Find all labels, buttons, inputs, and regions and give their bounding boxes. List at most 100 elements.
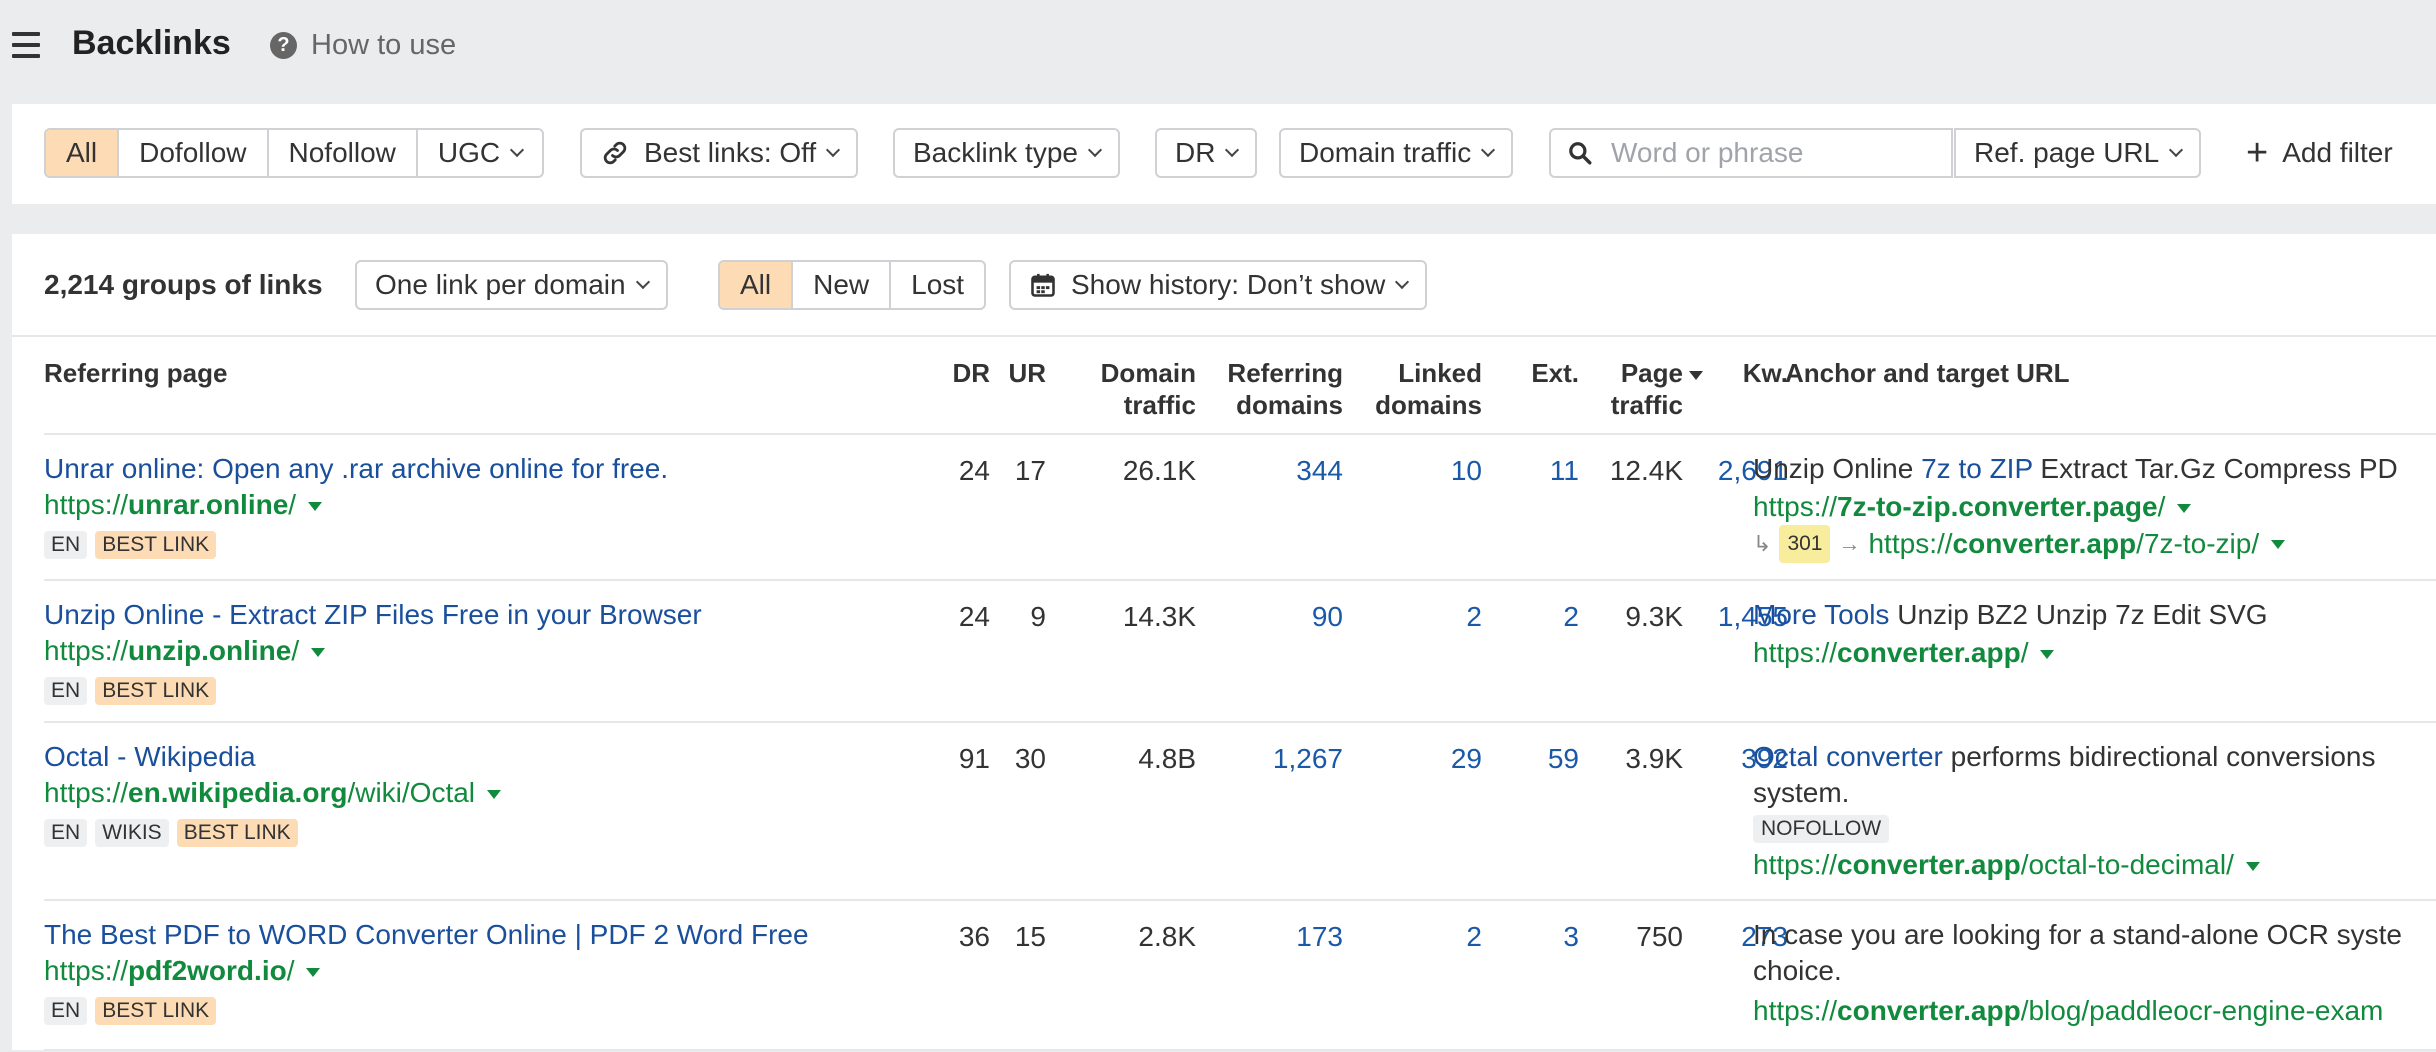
status-segment: All New Lost bbox=[718, 260, 987, 310]
target-path: / bbox=[2157, 491, 2166, 522]
anchor-after: performs bidirectional conversions bbox=[1942, 741, 2376, 772]
domain-traffic-value: 4.8B bbox=[1138, 743, 1196, 774]
col-domain-traffic[interactable]: Domain traffic bbox=[1101, 357, 1196, 421]
link-type-all[interactable]: All bbox=[46, 130, 118, 176]
ref-page-url-dropdown[interactable]: Ref. page URL bbox=[1954, 128, 2202, 178]
col-kw[interactable]: Kw. bbox=[1743, 357, 1788, 389]
grouping-dropdown[interactable]: One link per domain bbox=[355, 260, 668, 310]
dr-dropdown[interactable]: DR bbox=[1155, 128, 1258, 178]
show-history-dropdown[interactable]: Show history: Don’t show bbox=[1009, 260, 1428, 310]
lang-tag: EN bbox=[44, 677, 88, 705]
col-anchor[interactable]: Anchor and target URL bbox=[1785, 357, 2070, 389]
linked-domains-link[interactable]: 10 bbox=[1451, 453, 1482, 489]
best-link-tag: BEST LINK bbox=[95, 677, 217, 705]
col-ext[interactable]: Ext. bbox=[1531, 357, 1579, 389]
referring-page-title-link[interactable]: Unzip Online - Extract ZIP Files Free in… bbox=[44, 597, 702, 633]
ext-link[interactable]: 3 bbox=[1563, 919, 1579, 955]
grouping-label: One link per domain bbox=[375, 269, 626, 300]
target-menu-caret-icon[interactable] bbox=[2040, 650, 2055, 660]
anchor-link[interactable]: More Tools bbox=[1753, 599, 1889, 630]
target-path: /octal-to-decimal/ bbox=[2020, 849, 2234, 880]
referring-page-title-link[interactable]: The Best PDF to WORD Converter Online | … bbox=[44, 917, 809, 953]
redirect-menu-caret-icon[interactable] bbox=[2271, 539, 2286, 549]
how-to-use-link[interactable]: ? How to use bbox=[270, 29, 456, 62]
target-menu-caret-icon[interactable] bbox=[2177, 504, 2192, 514]
linked-domains-link[interactable]: 2 bbox=[1466, 919, 1482, 955]
redirect-url-link[interactable]: https://converter.app/7z-to-zip/ bbox=[1868, 526, 2259, 562]
referring-page-url-link[interactable]: https://unzip.online/ bbox=[44, 633, 326, 669]
referring-page-url-link[interactable]: https://pdf2word.io/ bbox=[44, 953, 321, 989]
url-path: / bbox=[288, 489, 297, 520]
link-type-dofollow[interactable]: Dofollow bbox=[117, 130, 266, 176]
url-domain: unzip.online bbox=[128, 635, 292, 666]
anchor-text: More Tools Unzip BZ2 Unzip 7z Edit SVG bbox=[1753, 597, 2268, 633]
referring-domains-link[interactable]: 344 bbox=[1296, 453, 1343, 489]
chevron-down-icon bbox=[826, 142, 841, 158]
domain-traffic-value: 2.8K bbox=[1138, 921, 1196, 952]
anchor-link[interactable]: 7z to ZIP bbox=[1921, 453, 2033, 484]
linked-domains-link[interactable]: 2 bbox=[1466, 599, 1482, 635]
referring-page-title-link[interactable]: Unrar online: Open any .rar archive onli… bbox=[44, 451, 668, 487]
lang-tag: EN bbox=[44, 531, 88, 559]
ext-link[interactable]: 59 bbox=[1548, 741, 1579, 777]
col-referring-domains[interactable]: Referring domains bbox=[1227, 357, 1343, 421]
chevron-down-icon bbox=[635, 274, 650, 290]
target-domain: 7z-to-zip.converter.page bbox=[1837, 491, 2158, 522]
best-link-tag: BEST LINK bbox=[95, 997, 217, 1025]
target-url-link[interactable]: https://7z-to-zip.converter.page/ bbox=[1753, 489, 2192, 525]
show-history-label: Show history: Don’t show bbox=[1071, 269, 1386, 300]
target-url-link[interactable]: https://converter.app/octal-to-decimal/ bbox=[1753, 847, 2260, 883]
page-traffic-value: 750 bbox=[1636, 921, 1683, 952]
col-referring-domains-l1: Referring bbox=[1227, 358, 1343, 388]
url-menu-caret-icon[interactable] bbox=[308, 502, 323, 512]
referring-domains-link[interactable]: 1,267 bbox=[1273, 741, 1343, 777]
search-input[interactable] bbox=[1609, 136, 1933, 170]
col-linked-domains[interactable]: Linked domains bbox=[1375, 357, 1482, 421]
target-menu-caret-icon[interactable] bbox=[2245, 862, 2260, 872]
url-menu-caret-icon[interactable] bbox=[487, 790, 502, 800]
add-filter-button[interactable]: + Add filter bbox=[2246, 128, 2393, 178]
url-menu-caret-icon[interactable] bbox=[306, 968, 321, 978]
ur-value: 9 bbox=[1030, 601, 1046, 632]
col-page-traffic[interactable]: Page traffic bbox=[1611, 357, 1703, 421]
anchor-link[interactable]: Octal converter bbox=[1753, 741, 1943, 772]
target-prefix: https:// bbox=[1753, 637, 1838, 668]
best-links-dropdown[interactable]: Best links: Off bbox=[580, 128, 859, 178]
target-url-link[interactable]: https://converter.app/ bbox=[1753, 635, 2055, 671]
referring-domains-link[interactable]: 90 bbox=[1312, 599, 1343, 635]
col-ur[interactable]: UR bbox=[1008, 357, 1046, 389]
results-panel: 2,214 groups of links One link per domai… bbox=[12, 234, 2436, 1052]
url-path: / bbox=[286, 955, 295, 986]
ext-link[interactable]: 2 bbox=[1563, 599, 1579, 635]
col-dr[interactable]: DR bbox=[952, 357, 990, 389]
link-type-ugc[interactable]: UGC bbox=[415, 130, 542, 176]
page-traffic-value: 3.9K bbox=[1625, 743, 1683, 774]
table-row: Octal - Wikipedia https://en.wikipedia.o… bbox=[44, 721, 2436, 901]
ref-page-url-label: Ref. page URL bbox=[1974, 137, 2160, 168]
referring-page-url-link[interactable]: https://en.wikipedia.org/wiki/Octal bbox=[44, 775, 502, 811]
ext-link[interactable]: 11 bbox=[1550, 453, 1579, 489]
chevron-down-icon bbox=[1481, 142, 1496, 158]
dr-label: DR bbox=[1175, 137, 1216, 168]
backlinks-table: Referring page DR UR Domain traffic Refer… bbox=[12, 335, 2436, 1052]
url-prefix: https:// bbox=[44, 489, 129, 520]
url-domain: en.wikipedia.org bbox=[128, 777, 348, 808]
linked-domains-link[interactable]: 29 bbox=[1451, 741, 1482, 777]
hamburger-menu-icon[interactable] bbox=[12, 32, 40, 58]
backlink-type-dropdown[interactable]: Backlink type bbox=[893, 128, 1120, 178]
referring-page-url-link[interactable]: https://unrar.online/ bbox=[44, 487, 323, 523]
search-icon bbox=[1569, 142, 1592, 165]
referring-page-title-link[interactable]: Octal - Wikipedia bbox=[44, 739, 256, 775]
status-new[interactable]: New bbox=[791, 262, 889, 308]
ur-value: 30 bbox=[1014, 743, 1046, 774]
col-linked-domains-l1: Linked bbox=[1398, 358, 1482, 388]
col-referring-page[interactable]: Referring page bbox=[44, 357, 228, 389]
chevron-down-icon bbox=[1395, 274, 1410, 290]
status-lost[interactable]: Lost bbox=[889, 262, 984, 308]
target-url-link[interactable]: https://converter.app/blog/paddleocr-eng… bbox=[1753, 993, 2383, 1029]
referring-domains-link[interactable]: 173 bbox=[1296, 919, 1343, 955]
link-type-nofollow[interactable]: Nofollow bbox=[266, 130, 416, 176]
status-all[interactable]: All bbox=[720, 262, 792, 308]
url-menu-caret-icon[interactable] bbox=[311, 648, 326, 658]
domain-traffic-dropdown[interactable]: Domain traffic bbox=[1279, 128, 1514, 178]
